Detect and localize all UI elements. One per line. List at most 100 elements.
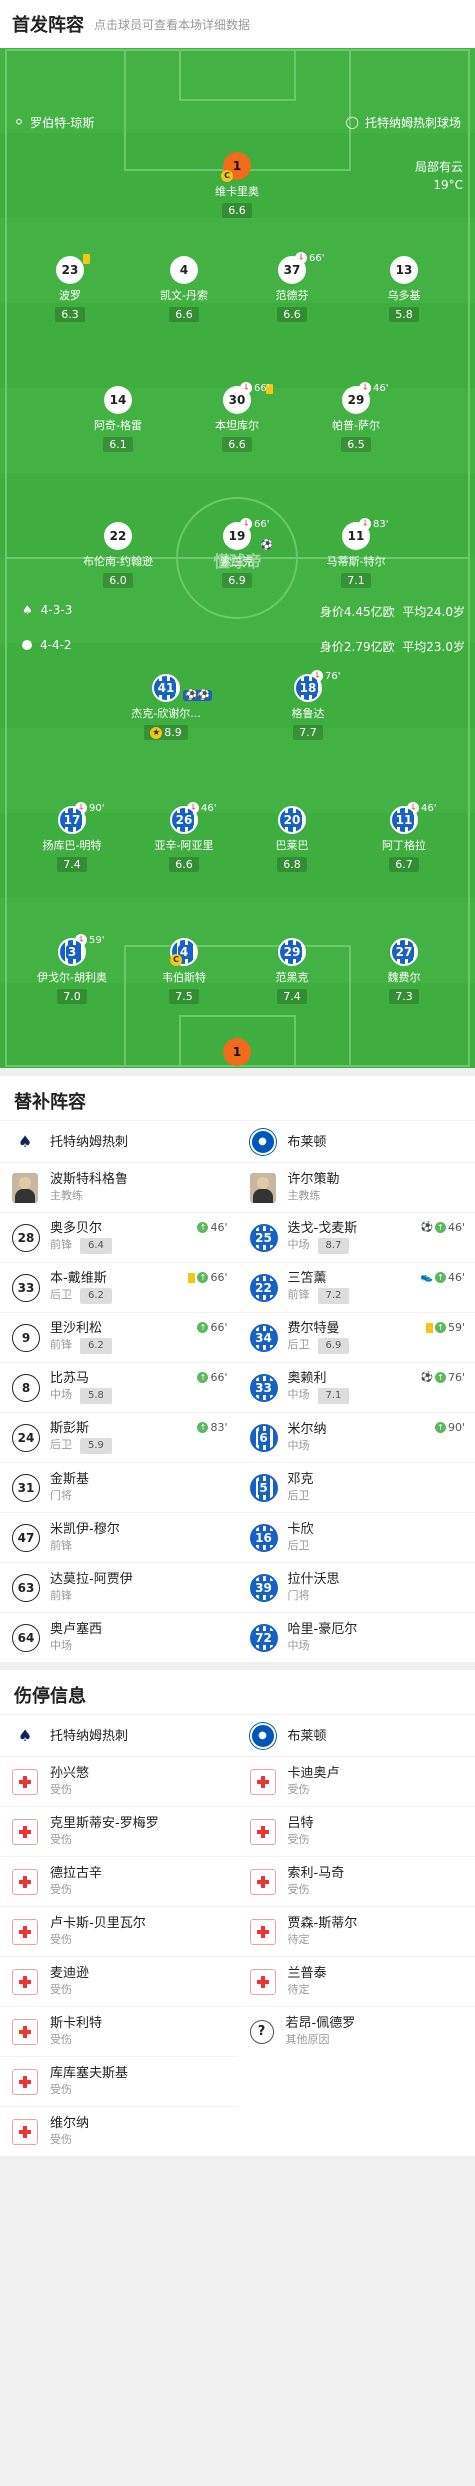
sub-player-position-line: 中场 — [288, 1638, 358, 1654]
pitch-player[interactable]: 4 凯文-丹索 6.6 — [139, 256, 229, 322]
pitch-player[interactable]: 29 范黑克 7.4 — [247, 938, 337, 1004]
injury-row[interactable]: 维尔纳 受伤 — [0, 2106, 238, 2156]
sub-time: 83' — [373, 518, 389, 530]
injuries-home-team[interactable]: ♠ 托特纳姆热刺 — [0, 1714, 238, 1756]
injury-row[interactable]: 吕特 受伤 — [237, 1806, 475, 1856]
player-number-text: 26 — [173, 813, 195, 827]
sub-player-row[interactable]: 9 里沙利松 前锋 6.2 ↑ 66' — [0, 1312, 238, 1362]
pitch-player[interactable]: ↓ 66' 37 范德芬 6.6 — [247, 252, 337, 322]
sub-player-row[interactable]: 16 卡欣 后卫 — [237, 1512, 475, 1562]
pitch-player[interactable]: ↓ 66' 30 本坦库尔 6.6 — [192, 382, 282, 452]
pitch-player[interactable]: 23 波罗 6.3 — [25, 254, 115, 322]
sub-player-row[interactable]: 47 米凯伊-穆尔 前锋 — [0, 1512, 238, 1562]
pitch-player[interactable]: 13 乌多基 5.8 — [359, 256, 449, 322]
sub-number-text: 25 — [254, 1230, 273, 1245]
injury-row[interactable]: 德拉古辛 受伤 — [0, 1856, 238, 1906]
sub-player-position-line: 前锋 6.4 — [50, 1237, 112, 1254]
sub-player-row[interactable]: 64 奥卢塞西 中场 — [0, 1612, 238, 1662]
sub-time: 90' — [89, 802, 105, 814]
pitch-player[interactable]: ↓ 46' 11 阿丁格拉 6.7 — [359, 802, 449, 872]
sub-player-info: 斯彭斯 后卫 5.9 — [50, 1421, 112, 1454]
pitch-player[interactable]: ↓ 46' 26 亚辛-阿亚里 6.6 — [139, 802, 229, 872]
injury-row[interactable]: 斯卡利特 受伤 — [0, 2006, 238, 2056]
pitch-player[interactable]: ↓ 66' 19 ⚽ 索兰克 6.9 — [192, 518, 282, 588]
pitch-player[interactable]: ↓ 76' 18 格鲁达 7.7 — [263, 670, 353, 740]
injured-player-name: 斯卡利特 — [50, 2015, 103, 2031]
sub-on-time: 83' — [210, 1421, 228, 1434]
subs-home-team[interactable]: ♠ 托特纳姆热刺 — [0, 1120, 238, 1162]
away-coach[interactable]: 许尔策勒 主教练 — [237, 1162, 475, 1212]
subs-away-team[interactable]: ● 布莱顿 — [237, 1120, 475, 1162]
sub-player-row[interactable]: 72 哈里-豪厄尔 中场 — [237, 1612, 475, 1662]
injuries-away-team[interactable]: ● 布莱顿 — [237, 1714, 475, 1756]
sub-player-info: 奥赖利 中场 7.1 — [288, 1371, 350, 1404]
sub-player-row[interactable]: 33 奥赖利 中场 7.1 ⚽ ↑ 76' — [237, 1362, 475, 1412]
sub-player-row[interactable]: 5 邓克 后卫 — [237, 1462, 475, 1512]
sub-time: 59' — [89, 934, 105, 946]
sub-player-row[interactable]: 28 奥多贝尔 前锋 6.4 ↑ 46' — [0, 1212, 238, 1262]
home-coach[interactable]: 波斯特科格鲁 主教练 — [0, 1162, 238, 1212]
away-value-info: 身价2.79亿欧 平均23.0岁 — [320, 638, 465, 655]
injury-row[interactable]: 库库塞夫斯基 受伤 — [0, 2056, 238, 2106]
sub-player-info: 迭戈-戈麦斯 中场 8.7 — [288, 1221, 357, 1254]
rating-value: 6.9 — [228, 574, 246, 587]
pitch-player[interactable]: ↓ 59' 3 伊戈尔-胡利奥 7.0 — [27, 934, 117, 1004]
sub-player-row[interactable]: 34 费尔特曼 后卫 6.9 ↑ 59' — [237, 1312, 475, 1362]
injury-row[interactable]: 卡迪奥卢 受伤 — [237, 1756, 475, 1806]
sub-player-position: 前锋 — [50, 1538, 72, 1552]
injury-row[interactable]: 孙兴慜 受伤 — [0, 1756, 238, 1806]
sub-player-row[interactable]: 25 迭戈-戈麦斯 中场 8.7 ⚽ ↑ 46' — [237, 1212, 475, 1262]
player-number: 11 — [342, 522, 370, 550]
pitch-player[interactable]: ↓ 83' 11 马蒂斯-特尔 7.1 — [311, 518, 401, 588]
goal-ball-icon: ⚽ — [420, 1222, 433, 1233]
sub-player-row[interactable]: 22 三笘薰 前锋 7.2 👟 ↑ 46' — [237, 1262, 475, 1312]
player-number-text: 19 — [228, 529, 246, 543]
medical-cross-icon — [249, 1868, 276, 1895]
sub-player-row[interactable]: 39 拉什沃思 门将 — [237, 1562, 475, 1612]
player-number-text: 1 — [232, 1045, 242, 1059]
injury-row[interactable]: 贾森-斯蒂尔 待定 — [237, 1906, 475, 1956]
player-name: 阿奇-格雷 — [94, 419, 142, 432]
sub-player-rating: 6.2 — [80, 1288, 112, 1304]
sub-player-row[interactable]: 33 本-戴维斯 后卫 6.2 ↑ 66' — [0, 1262, 238, 1312]
pitch-player[interactable]: 20 巴莱巴 6.8 — [247, 806, 337, 872]
pitch-player[interactable]: ↓ 90' 17 扬库巴-明特 7.4 — [27, 802, 117, 872]
pitch-player[interactable]: 27 魏费尔 7.3 — [359, 938, 449, 1004]
injury-row[interactable]: 麦迪逊 受伤 — [0, 1956, 238, 2006]
sub-player-row[interactable]: 31 金斯基 门将 — [0, 1462, 238, 1512]
sub-player-info: 费尔特曼 后卫 6.9 — [288, 1321, 350, 1354]
player-number: 22 — [104, 522, 132, 550]
injury-row[interactable]: 克里斯蒂安-罗梅罗 受伤 — [0, 1806, 238, 1856]
injury-row[interactable]: 索利-马奇 受伤 — [237, 1856, 475, 1906]
away-coach-name: 许尔策勒 — [287, 1171, 340, 1187]
injury-row[interactable]: 兰普泰 待定 — [237, 1956, 475, 2006]
sub-on-icon: ↑ — [434, 1422, 446, 1433]
injury-row[interactable]: 卢卡斯-贝里瓦尔 受伤 — [0, 1906, 238, 1956]
sub-player-number: 24 — [12, 1423, 40, 1452]
injuries-home-team-name: 托特纳姆热刺 — [50, 1728, 129, 1744]
injury-status: 受伤 — [287, 1782, 310, 1796]
player-number-text: 37 — [283, 263, 301, 277]
sub-number-text: 72 — [254, 1630, 273, 1645]
pitch-player[interactable]: 14 阿奇-格雷 6.1 — [73, 386, 163, 452]
away-age: 平均23.0岁 — [402, 640, 465, 654]
pitch-player[interactable]: 22 布伦南-约翰逊 6.0 — [73, 522, 163, 588]
sub-player-position-line: 前锋 7.2 — [288, 1287, 350, 1304]
pitch-player[interactable]: ↓ 46' 29 帕普-萨尔 6.5 — [311, 382, 401, 452]
player-number-text: 11 — [393, 813, 415, 827]
sub-player-row[interactable]: 24 斯彭斯 后卫 5.9 ↑ 83' — [0, 1412, 238, 1462]
pitch-player[interactable]: 41 ⚽⚽ 杰克-欣谢尔... ★ 8.9 — [121, 674, 212, 740]
sub-player-row[interactable]: 6 米尔纳 中场 ↑ 90' — [237, 1412, 475, 1462]
pitch-player[interactable]: 4 C 韦伯斯特 7.5 — [139, 938, 229, 1004]
sub-player-info: 米凯伊-穆尔 前锋 — [50, 1522, 120, 1554]
sub-player-row[interactable]: 63 达莫拉-阿贾伊 前锋 — [0, 1562, 238, 1612]
sub-player-number: 8 — [12, 1373, 40, 1402]
injured-player-name: 库库塞夫斯基 — [50, 2065, 129, 2081]
sub-number-text: 33 — [17, 1280, 35, 1295]
sub-player-position: 中场 — [287, 1388, 310, 1401]
pitch-player[interactable]: 1 C 维卡里奥 6.6 — [192, 152, 282, 218]
sub-on-time: 66' — [210, 1271, 228, 1284]
sub-player-row[interactable]: 8 比苏马 中场 5.8 ↑ 66' — [0, 1362, 238, 1412]
pitch-player[interactable]: 1巴尔特-费布...6.8 — [192, 1038, 282, 1068]
injury-row[interactable]: ? 若昂-佩德罗 其他原因 — [237, 2006, 475, 2056]
